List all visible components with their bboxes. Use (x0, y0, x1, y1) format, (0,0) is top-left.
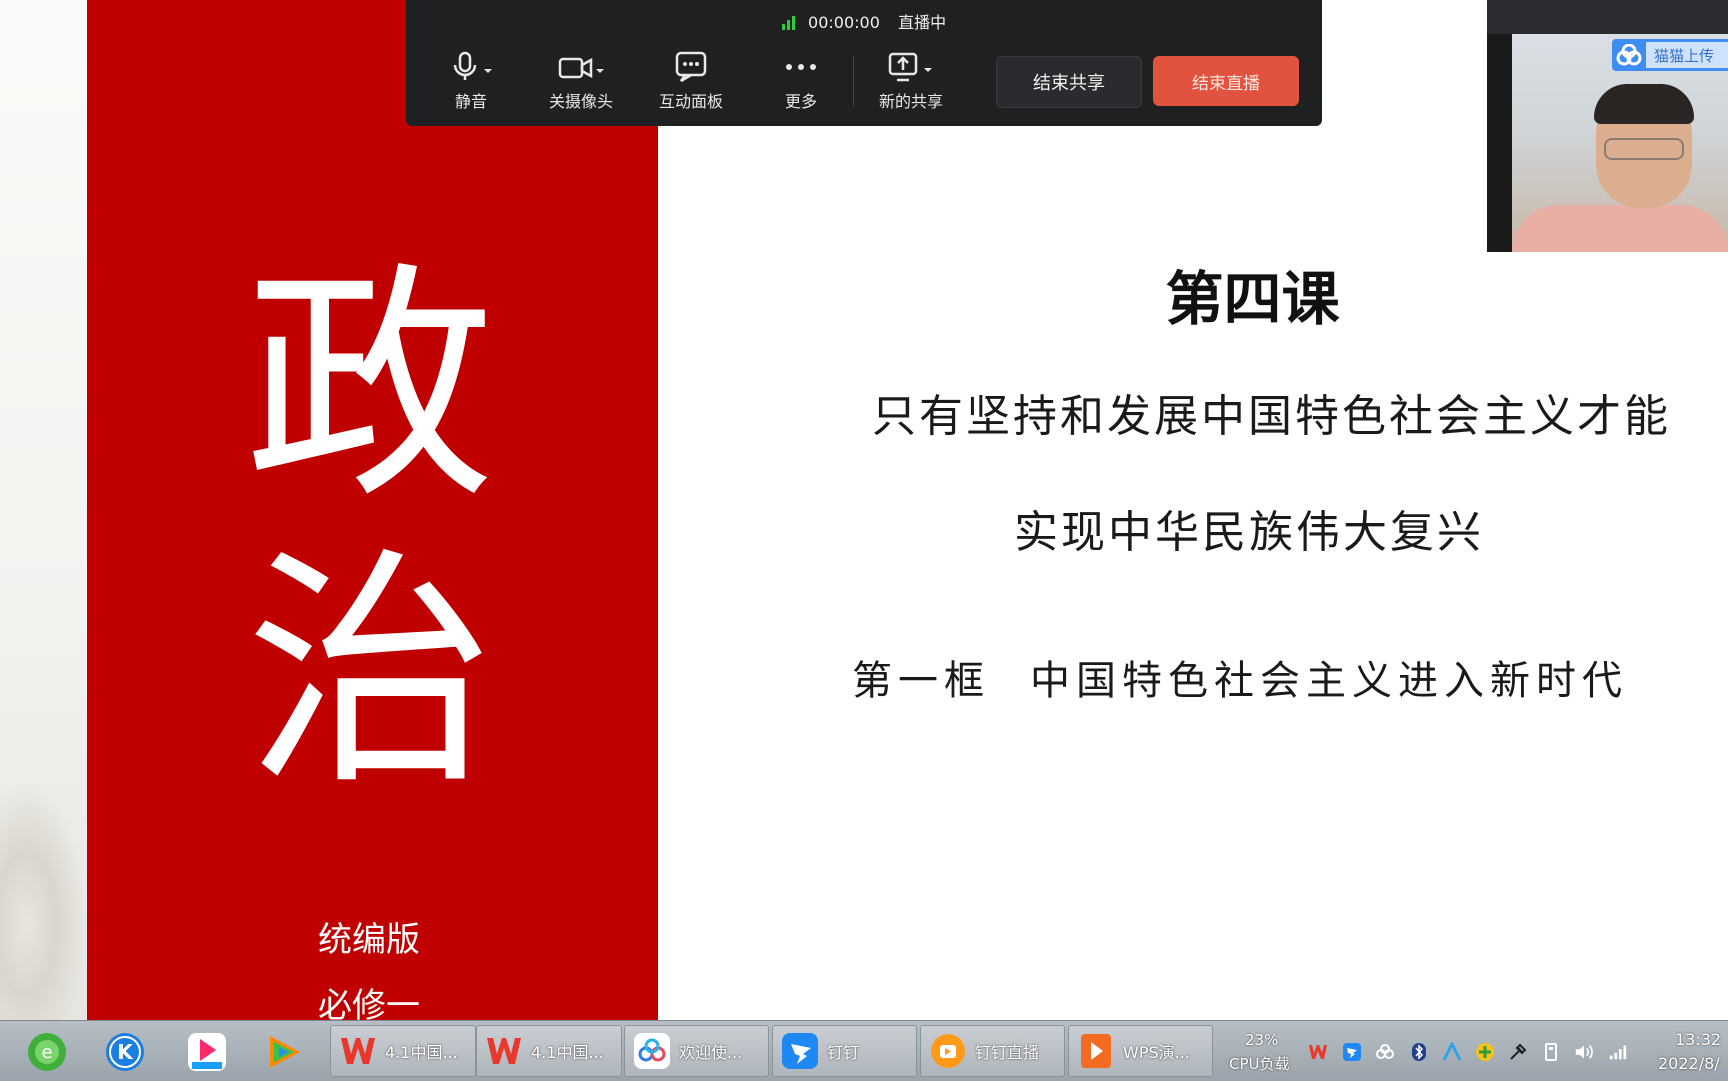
tray-tool-icon[interactable] (1508, 1042, 1528, 1062)
browser-360-icon: e (28, 1033, 66, 1071)
volume-icon[interactable] (1574, 1042, 1594, 1062)
wps-writer-icon (341, 1038, 375, 1064)
slide-edition-label: 统编版 (318, 920, 420, 960)
mute-label: 静音 (454, 92, 487, 111)
taskbar-app-label: 4.1中国... (531, 1043, 604, 1062)
usb-device-icon[interactable] (1541, 1042, 1561, 1062)
windows-taskbar: e K 4.1中国... 4.1中国... 欢迎使... 钉钉 钉钉直播 WPS… (0, 1020, 1728, 1081)
taskbar-app-netdisk[interactable]: 欢迎使... (624, 1025, 769, 1077)
taskbar-app-wps-doc-2[interactable]: 4.1中国... (476, 1025, 622, 1077)
tencent-video-icon (270, 1036, 300, 1068)
baidu-netdisk-icon (634, 1033, 670, 1069)
clock-time[interactable]: 13:32 (1675, 1030, 1721, 1049)
cpu-percent: 23% (1245, 1031, 1279, 1049)
slide-lesson-title: 第四课 (1165, 265, 1340, 333)
new-share-label: 新的共享 (878, 92, 943, 111)
youku-icon (188, 1033, 226, 1071)
taskbar-app-wps-doc-1[interactable]: 4.1中国... (330, 1025, 476, 1077)
desktop-flower-decoration (0, 780, 87, 1020)
more-icon (786, 64, 816, 70)
start-button[interactable]: e (24, 1029, 70, 1075)
wps-writer-icon (487, 1038, 521, 1064)
taskbar-app-wps-presentation[interactable]: WPS演... (1068, 1025, 1213, 1077)
taskbar-app-dingtalk-live[interactable]: 钉钉直播 (920, 1025, 1065, 1077)
dingtalk-live-icon (931, 1034, 965, 1068)
more-button[interactable]: 更多 (756, 50, 846, 112)
camera-off-label: 关摄像头 (548, 92, 613, 111)
taskbar-app-dingtalk[interactable]: 钉钉 (772, 1025, 917, 1077)
live-status-text: 直播中 (898, 13, 947, 32)
chat-panel-icon (675, 51, 707, 83)
network-signal-icon[interactable] (1608, 1042, 1628, 1062)
live-status: 00:00:00 直播中 (406, 9, 1322, 34)
more-label: 更多 (784, 92, 817, 111)
netdisk-upload-badge[interactable]: 猫猫上传 (1612, 39, 1728, 71)
cpu-load-label: CPU负载 (1229, 1055, 1290, 1073)
end-live-button[interactable]: 结束直播 (1153, 56, 1299, 106)
netdisk-upload-text: 猫猫上传 (1646, 42, 1728, 68)
interactive-panel-label: 互动面板 (658, 92, 723, 111)
camera-icon (558, 57, 604, 79)
bluetooth-icon[interactable] (1409, 1042, 1429, 1062)
mute-button[interactable]: 静音 (426, 50, 516, 112)
slide-subtitle-line-1: 只有坚持和发展中国特色社会主义才能 (872, 391, 1671, 442)
tray-360-icon[interactable] (1475, 1042, 1495, 1062)
camera-off-button[interactable]: 关摄像头 (536, 50, 626, 112)
toolbar-divider (853, 56, 854, 106)
taskbar-pin-youku[interactable] (184, 1029, 230, 1075)
section-title: 中国特色社会主义进入新时代 (1030, 658, 1628, 704)
taskbar-app-label: 钉钉 (827, 1043, 860, 1062)
tray-app-a-icon[interactable] (1442, 1042, 1462, 1062)
tray-netdisk-icon[interactable] (1375, 1042, 1395, 1062)
clock-date[interactable]: 2022/8/ (1658, 1054, 1720, 1073)
taskbar-pin-k[interactable]: K (102, 1029, 148, 1075)
taskbar-pin-tencent-video[interactable] (260, 1029, 306, 1075)
live-timer: 00:00:00 (808, 13, 880, 32)
live-control-bar: 00:00:00 直播中 静音 关摄像头 互动面板 更多 新的共享 结束共享 结… (406, 0, 1322, 126)
taskbar-app-label: 欢迎使... (679, 1043, 743, 1062)
slide-section-heading: 第一框 中国特色社会主义进入新时代 (852, 648, 1628, 706)
slide-big-char-zheng: 政 (245, 241, 495, 532)
tray-wps-icon[interactable] (1308, 1042, 1328, 1062)
microphone-icon (453, 51, 492, 80)
new-share-button[interactable]: 新的共享 (866, 50, 956, 112)
slide-subtitle-line-2: 实现中华民族伟大复兴 (1014, 507, 1484, 558)
kugou-icon: K (106, 1033, 144, 1071)
presenter-hair (1594, 84, 1694, 124)
taskbar-app-label: 钉钉直播 (975, 1043, 1040, 1062)
taskbar-app-label: WPS演... (1123, 1043, 1190, 1062)
slide-big-char-zhi: 治 (245, 527, 495, 818)
svg-text:K: K (117, 1040, 134, 1064)
camera-window-titlebar[interactable] (1487, 0, 1728, 34)
presenter-body (1512, 205, 1728, 252)
interactive-panel-button[interactable]: 互动面板 (646, 50, 736, 112)
end-share-button[interactable]: 结束共享 (996, 56, 1142, 108)
svg-text:e: e (41, 1042, 52, 1063)
section-label: 第一框 (852, 658, 990, 704)
baidu-netdisk-icon (1616, 44, 1642, 66)
wps-presentation-icon (1081, 1034, 1111, 1068)
share-screen-icon (888, 52, 932, 82)
taskbar-app-label: 4.1中国... (385, 1043, 458, 1062)
tray-dingtalk-icon[interactable] (1342, 1042, 1362, 1062)
presenter-glasses (1604, 138, 1684, 160)
dingtalk-icon (782, 1033, 818, 1069)
signal-strength-icon (781, 15, 797, 34)
